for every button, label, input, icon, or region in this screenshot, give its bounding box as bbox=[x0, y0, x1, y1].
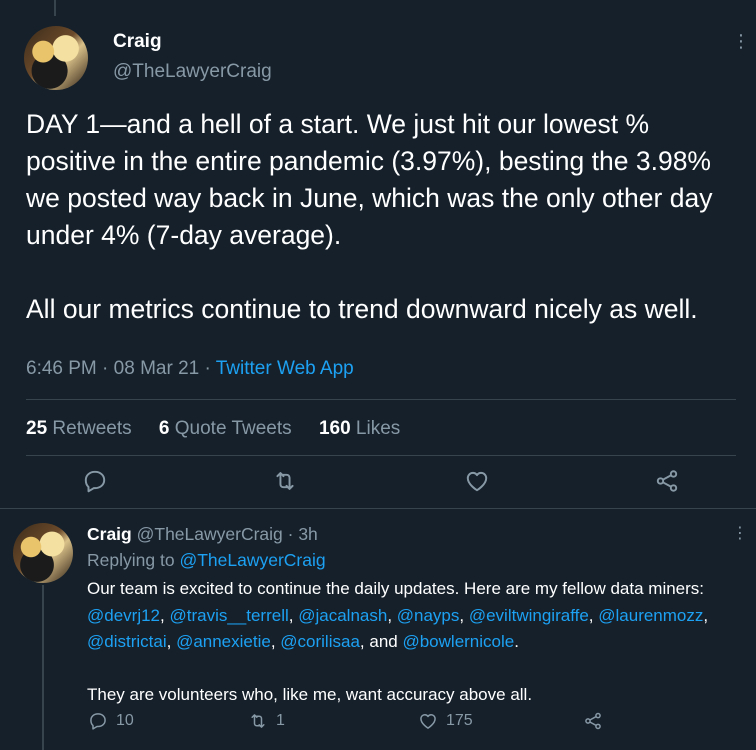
like-button[interactable]: 175 bbox=[418, 711, 473, 731]
and-word: and bbox=[369, 632, 398, 651]
tweet-stats: 25 Retweets 6 Quote Tweets 160 Likes bbox=[26, 418, 422, 440]
likes-stat[interactable]: 160 Likes bbox=[319, 418, 400, 439]
reply-count: 10 bbox=[116, 712, 134, 729]
retweet-button[interactable]: 1 bbox=[248, 711, 285, 731]
tweet-separator bbox=[0, 508, 756, 509]
mention-link[interactable]: @eviltwingiraffe bbox=[469, 606, 589, 625]
reply-text-intro: Our team is excited to continue the dail… bbox=[87, 579, 705, 598]
meta-separator: · bbox=[282, 524, 299, 544]
replying-to: Replying to @TheLawyerCraig bbox=[87, 550, 326, 570]
retweet-icon[interactable] bbox=[272, 468, 298, 494]
divider bbox=[26, 455, 736, 456]
mention-link[interactable]: @corilisaa bbox=[280, 632, 360, 651]
quote-tweets-stat[interactable]: 6 Quote Tweets bbox=[159, 418, 292, 439]
reply-action-bar: 10 1 175 bbox=[0, 711, 756, 735]
mention-link[interactable]: @devrj12 bbox=[87, 606, 160, 625]
reply-age[interactable]: 3h bbox=[298, 524, 317, 544]
reply-icon[interactable] bbox=[82, 468, 108, 494]
avatar[interactable] bbox=[24, 26, 88, 90]
mention-link[interactable]: @travis__terrell bbox=[169, 606, 288, 625]
mention-link[interactable]: @districtai bbox=[87, 632, 167, 651]
mention-link[interactable]: @annexietie bbox=[176, 632, 271, 651]
mention-link[interactable]: @jacalnash bbox=[298, 606, 387, 625]
retweet-count: 1 bbox=[276, 712, 285, 729]
retweet-icon bbox=[248, 711, 268, 731]
avatar[interactable] bbox=[13, 523, 73, 583]
mention-link[interactable]: @bowlernicole bbox=[402, 632, 514, 651]
tweet-action-bar bbox=[0, 468, 756, 498]
reply-button[interactable]: 10 bbox=[88, 711, 134, 731]
reply-author-name[interactable]: Craig bbox=[87, 524, 132, 544]
replying-to-handle[interactable]: @TheLawyerCraig bbox=[179, 550, 325, 570]
more-vertical-icon[interactable]: ⋮ bbox=[732, 32, 750, 50]
meta-separator: · bbox=[102, 358, 114, 379]
tweet-source[interactable]: Twitter Web App bbox=[216, 358, 354, 379]
tweet-time[interactable]: 6:46 PM bbox=[26, 358, 97, 379]
share-icon[interactable] bbox=[654, 468, 680, 494]
reply-icon bbox=[88, 711, 108, 731]
mention-link[interactable]: @laurenmozz bbox=[598, 606, 703, 625]
reply-header: Craig @TheLawyerCraig · 3h bbox=[87, 524, 318, 545]
reply-text: Our team is excited to continue the dail… bbox=[87, 576, 737, 708]
reply-author-handle[interactable]: @TheLawyerCraig bbox=[137, 524, 283, 544]
mention-link[interactable]: @nayps bbox=[397, 606, 460, 625]
share-button[interactable] bbox=[583, 711, 603, 731]
like-icon bbox=[418, 711, 438, 731]
tweet-date[interactable]: 08 Mar 21 bbox=[114, 358, 200, 379]
meta-separator: · bbox=[204, 358, 216, 379]
author-handle[interactable]: @TheLawyerCraig bbox=[113, 61, 272, 83]
divider bbox=[26, 399, 736, 400]
tweet-text: DAY 1—and a hell of a start. We just hit… bbox=[26, 109, 713, 324]
like-count: 175 bbox=[446, 712, 473, 729]
retweets-stat[interactable]: 25 Retweets bbox=[26, 418, 132, 439]
like-icon[interactable] bbox=[464, 468, 490, 494]
share-icon bbox=[583, 711, 603, 731]
tweet-meta: 6:46 PM · 08 Mar 21 · Twitter Web App bbox=[26, 358, 354, 380]
reply-text-outro: They are volunteers who, like me, want a… bbox=[87, 684, 533, 704]
author-name[interactable]: Craig bbox=[113, 31, 162, 53]
more-vertical-icon[interactable]: ⋮ bbox=[732, 526, 748, 542]
thread-connector-line bbox=[54, 0, 56, 16]
